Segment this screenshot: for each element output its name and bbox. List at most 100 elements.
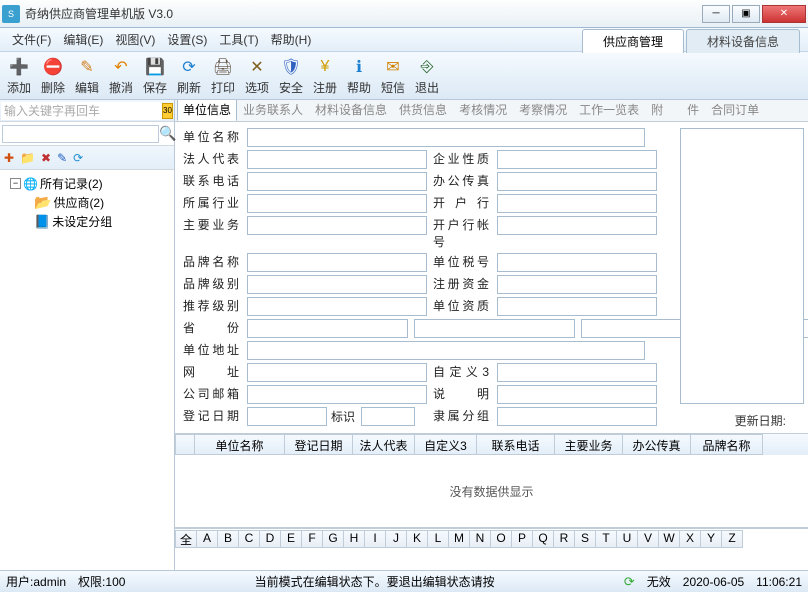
sub-tab-5[interactable]: 考察情况 (513, 100, 573, 121)
field-input[interactable] (247, 194, 427, 213)
alpha-G[interactable]: G (322, 530, 344, 548)
biaoshi-input[interactable] (361, 407, 415, 426)
alpha-L[interactable]: L (427, 530, 449, 548)
alpha-Q[interactable]: Q (532, 530, 554, 548)
calendar-icon[interactable]: 30 (162, 103, 173, 119)
alpha-T[interactable]: T (595, 530, 617, 548)
menu-settings[interactable]: 设置(S) (161, 29, 213, 50)
sub-tab-1[interactable]: 业务联系人 (237, 100, 309, 121)
field-input[interactable] (497, 216, 657, 235)
alpha-K[interactable]: K (406, 530, 428, 548)
grid-header[interactable]: 自定义3 (415, 434, 477, 455)
alpha-M[interactable]: M (448, 530, 470, 548)
alpha-P[interactable]: P (511, 530, 533, 548)
alpha-R[interactable]: R (553, 530, 575, 548)
alpha-Z[interactable]: Z (721, 530, 743, 548)
menu-tools[interactable]: 工具(T) (213, 29, 264, 50)
field-input[interactable] (247, 128, 645, 147)
sub-tab-2[interactable]: 材料设备信息 (309, 100, 393, 121)
toolbar-删除[interactable]: ⛔删除 (36, 54, 70, 98)
field-input[interactable] (247, 216, 427, 235)
sub-tab-7[interactable]: 附 件 (645, 100, 705, 121)
search-input-2[interactable] (2, 125, 159, 143)
alpha-S[interactable]: S (574, 530, 596, 548)
tree-add-icon[interactable]: ✚ (4, 151, 14, 165)
tree-edit-icon[interactable]: ✎ (57, 151, 67, 165)
toolbar-添加[interactable]: ➕添加 (2, 54, 36, 98)
alpha-W[interactable]: W (658, 530, 680, 548)
field-input[interactable] (497, 172, 657, 191)
sub-tab-4[interactable]: 考核情况 (453, 100, 513, 121)
field-input[interactable] (247, 297, 427, 316)
menu-help[interactable]: 帮助(H) (265, 29, 318, 50)
grid-header[interactable]: 联系电话 (477, 434, 555, 455)
tree-refresh-icon[interactable]: ⟳ (73, 151, 83, 165)
alpha-H[interactable]: H (343, 530, 365, 548)
sub-tab-0[interactable]: 单位信息 (177, 100, 237, 121)
alpha-U[interactable]: U (616, 530, 638, 548)
toolbar-短信[interactable]: ✉短信 (376, 54, 410, 98)
alpha-J[interactable]: J (385, 530, 407, 548)
alpha-X[interactable]: X (679, 530, 701, 548)
field-input[interactable] (497, 253, 657, 272)
tree-item-suppliers[interactable]: 📂 供应商(2) (2, 193, 172, 212)
reg-date-input[interactable] (247, 407, 327, 426)
tree-root[interactable]: − 🌐 所有记录(2) (2, 174, 172, 193)
main-tab-suppliers[interactable]: 供应商管理 (582, 29, 684, 53)
field-input[interactable] (497, 363, 657, 382)
alpha-Y[interactable]: Y (700, 530, 722, 548)
group-input[interactable] (497, 407, 657, 426)
alpha-I[interactable]: I (364, 530, 386, 548)
province-input[interactable] (414, 319, 575, 338)
grid-header[interactable]: 主要业务 (555, 434, 623, 455)
sub-tab-8[interactable]: 合同订单 (705, 100, 765, 121)
menu-file[interactable]: 文件(F) (6, 29, 57, 50)
alpha-N[interactable]: N (469, 530, 491, 548)
alpha-B[interactable]: B (217, 530, 239, 548)
grid-header[interactable]: 单位名称 (195, 434, 285, 455)
grid-header[interactable]: 品牌名称 (691, 434, 763, 455)
main-tab-materials[interactable]: 材料设备信息 (686, 29, 800, 53)
field-input[interactable] (497, 385, 657, 404)
tree-item-ungrouped[interactable]: 📘 未设定分组 (2, 212, 172, 231)
close-button[interactable]: ✕ (762, 5, 806, 23)
alpha-C[interactable]: C (238, 530, 260, 548)
field-input[interactable] (247, 150, 427, 169)
keyword-input[interactable] (1, 102, 162, 120)
grid-header[interactable]: 办公传真 (623, 434, 691, 455)
minimize-button[interactable]: ─ (702, 5, 730, 23)
toolbar-选项[interactable]: ✕选项 (240, 54, 274, 98)
grid-header[interactable] (175, 434, 195, 455)
field-input[interactable] (497, 297, 657, 316)
field-input[interactable] (497, 275, 657, 294)
alpha-all[interactable]: 全 (175, 530, 197, 548)
field-input[interactable] (247, 385, 427, 404)
alpha-E[interactable]: E (280, 530, 302, 548)
toolbar-帮助[interactable]: ℹ帮助 (342, 54, 376, 98)
menu-edit[interactable]: 编辑(E) (57, 29, 109, 50)
province-input[interactable] (247, 319, 408, 338)
grid-header[interactable]: 登记日期 (285, 434, 353, 455)
field-input[interactable] (247, 253, 427, 272)
tree-delete-icon[interactable]: ✖ (41, 151, 51, 165)
toolbar-保存[interactable]: 💾保存 (138, 54, 172, 98)
toolbar-退出[interactable]: ⎆退出 (410, 54, 444, 98)
toolbar-打印[interactable]: 🖨打印 (206, 54, 240, 98)
menu-view[interactable]: 视图(V) (109, 29, 161, 50)
toolbar-注册[interactable]: ¥注册 (308, 54, 342, 98)
grid-header[interactable]: 法人代表 (353, 434, 415, 455)
sub-tab-3[interactable]: 供货信息 (393, 100, 453, 121)
search-icon[interactable]: 🔍 (159, 125, 176, 142)
maximize-button[interactable]: ▣ (732, 5, 760, 23)
toolbar-刷新[interactable]: ⟳刷新 (172, 54, 206, 98)
alpha-D[interactable]: D (259, 530, 281, 548)
field-input[interactable] (247, 172, 427, 191)
alpha-F[interactable]: F (301, 530, 323, 548)
alpha-O[interactable]: O (490, 530, 512, 548)
field-input[interactable] (247, 341, 645, 360)
field-input[interactable] (497, 194, 657, 213)
expand-icon[interactable]: − (10, 178, 21, 189)
alpha-V[interactable]: V (637, 530, 659, 548)
toolbar-撤消[interactable]: ↶撤消 (104, 54, 138, 98)
field-input[interactable] (247, 275, 427, 294)
